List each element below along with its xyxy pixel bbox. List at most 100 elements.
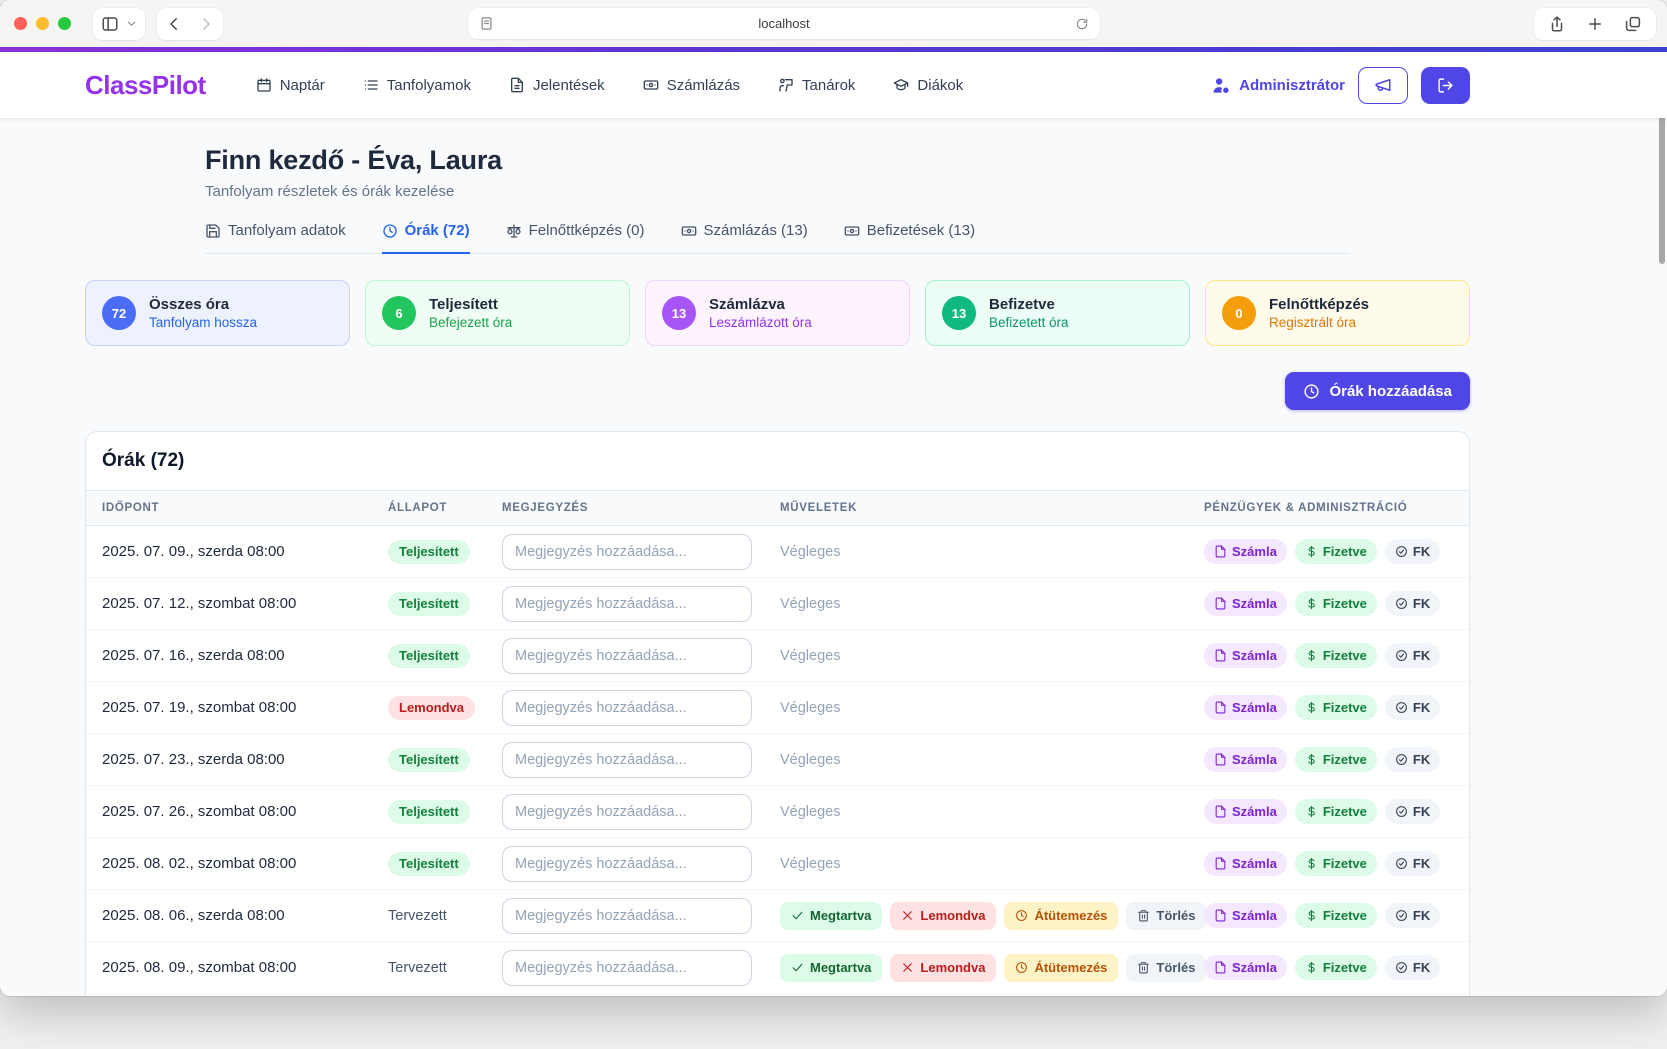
table-title: Órák (72)	[86, 432, 1469, 490]
fk-badge[interactable]: FK	[1385, 695, 1440, 720]
note-input[interactable]	[502, 898, 752, 934]
fizetve-badge[interactable]: Fizetve	[1295, 747, 1377, 772]
table-row: 2025. 08. 06., szerda 08:00TervezettMegt…	[86, 890, 1469, 942]
zoom-window-button[interactable]	[58, 17, 71, 30]
fk-badge[interactable]: FK	[1385, 539, 1440, 564]
fk-badge[interactable]: FK	[1385, 851, 1440, 876]
dollar-icon	[1305, 753, 1318, 766]
status-badge: Lemondva	[388, 696, 475, 720]
stat-title: Számlázva	[709, 296, 812, 313]
fizetve-badge[interactable]: Fizetve	[1295, 643, 1377, 668]
lemondva-button[interactable]: Lemondva	[890, 902, 996, 930]
szamla-badge[interactable]: Számla	[1204, 851, 1287, 876]
tab-tanfolyam-adatok[interactable]: Tanfolyam adatok	[205, 222, 346, 254]
note-input[interactable]	[502, 534, 752, 570]
grad-cap-icon	[893, 77, 909, 93]
atutemezes-button[interactable]: Átütemezés	[1004, 902, 1118, 930]
nav-item-szamlazas[interactable]: Számlázás	[643, 77, 740, 94]
fk-badge[interactable]: FK	[1385, 591, 1440, 616]
dollar-icon	[1305, 909, 1318, 922]
torles-button[interactable]: Törlés	[1126, 902, 1206, 930]
file-text-icon	[509, 77, 525, 93]
column-header-penzugyek-adminisztracio: PÉNZÜGYEK & ADMINISZTRÁCIÓ	[1204, 502, 1453, 514]
close-window-button[interactable]	[14, 17, 27, 30]
fk-badge[interactable]: FK	[1385, 799, 1440, 824]
status-badge: Teljesített	[388, 800, 470, 824]
fk-badge[interactable]: FK	[1385, 903, 1440, 928]
back-button[interactable]	[165, 15, 183, 33]
note-input[interactable]	[502, 586, 752, 622]
user-label: Adminisztrátor	[1239, 77, 1345, 94]
fizetve-badge[interactable]: Fizetve	[1295, 955, 1377, 980]
fk-badge[interactable]: FK	[1385, 955, 1440, 980]
doc-icon	[1214, 961, 1227, 974]
note-input[interactable]	[502, 638, 752, 674]
szamla-badge[interactable]: Számla	[1204, 903, 1287, 928]
fizetve-badge[interactable]: Fizetve	[1295, 591, 1377, 616]
szamla-badge[interactable]: Számla	[1204, 591, 1287, 616]
fk-badge[interactable]: FK	[1385, 643, 1440, 668]
table-row: 2025. 08. 13., szerda 08:00TervezettMegt…	[86, 994, 1469, 996]
announcements-button[interactable]	[1358, 67, 1408, 104]
browser-toolbar: localhost	[0, 0, 1667, 47]
nav-item-jelentesek[interactable]: Jelentések	[509, 77, 605, 94]
table-row: 2025. 07. 12., szombat 08:00TeljesítettV…	[86, 578, 1469, 630]
tab-szamlazas-13[interactable]: Számlázás (13)	[681, 222, 808, 254]
list-icon	[363, 77, 379, 93]
fizetve-badge[interactable]: Fizetve	[1295, 903, 1377, 928]
fizetve-badge[interactable]: Fizetve	[1295, 851, 1377, 876]
address-bar[interactable]: localhost	[468, 8, 1100, 39]
megtartva-button[interactable]: Megtartva	[780, 954, 882, 982]
note-input[interactable]	[502, 950, 752, 986]
szamla-badge[interactable]: Számla	[1204, 955, 1287, 980]
dollar-icon	[1305, 545, 1318, 558]
note-input[interactable]	[502, 846, 752, 882]
status-badge: Teljesített	[388, 592, 470, 616]
reader-icon[interactable]	[479, 16, 494, 31]
atutemezes-button[interactable]: Átütemezés	[1004, 954, 1118, 982]
nav-item-naptar[interactable]: Naptár	[256, 77, 325, 94]
app-logo[interactable]: ClassPilot	[85, 70, 206, 101]
note-input[interactable]	[502, 742, 752, 778]
torles-button[interactable]: Törlés	[1126, 954, 1206, 982]
fizetve-badge[interactable]: Fizetve	[1295, 539, 1377, 564]
check-circle-icon	[1395, 909, 1408, 922]
megtartva-button[interactable]: Megtartva	[780, 902, 882, 930]
lesson-datetime: 2025. 08. 09., szombat 08:00	[102, 959, 388, 976]
forward-button[interactable]	[197, 15, 215, 33]
nav-item-tanarok[interactable]: Tanárok	[778, 77, 855, 94]
final-label: Végleges	[780, 752, 840, 768]
nav-item-tanfolyamok[interactable]: Tanfolyamok	[363, 77, 471, 94]
nav-item-diakok[interactable]: Diákok	[893, 77, 963, 94]
szamla-badge[interactable]: Számla	[1204, 747, 1287, 772]
fk-badge[interactable]: FK	[1385, 747, 1440, 772]
fizetve-badge[interactable]: Fizetve	[1295, 799, 1377, 824]
sidebar-toggle-icon[interactable]	[101, 15, 119, 33]
share-icon[interactable]	[1548, 15, 1566, 33]
final-label: Végleges	[780, 648, 840, 664]
tab-befizetesek-13[interactable]: Befizetések (13)	[844, 222, 975, 254]
szamla-badge[interactable]: Számla	[1204, 539, 1287, 564]
new-tab-icon[interactable]	[1586, 15, 1604, 33]
chevron-down-icon[interactable]	[126, 18, 137, 29]
tab-bar: Tanfolyam adatok Órák (72) Felnőttképzés (…	[205, 222, 1350, 254]
tab-overview-icon[interactable]	[1624, 15, 1642, 33]
user-menu[interactable]: Adminisztrátor	[1212, 76, 1345, 95]
stat-subtitle: Leszámlázott óra	[709, 315, 812, 330]
fizetve-badge[interactable]: Fizetve	[1295, 695, 1377, 720]
reload-icon[interactable]	[1075, 17, 1089, 31]
szamla-badge[interactable]: Számla	[1204, 643, 1287, 668]
tab-orak-72[interactable]: Órák (72)	[382, 222, 470, 254]
trash-icon	[1137, 961, 1150, 974]
lemondva-button[interactable]: Lemondva	[890, 954, 996, 982]
szamla-badge[interactable]: Számla	[1204, 799, 1287, 824]
lesson-datetime: 2025. 08. 06., szerda 08:00	[102, 907, 388, 924]
note-input[interactable]	[502, 690, 752, 726]
logout-button[interactable]	[1421, 67, 1470, 104]
minimize-window-button[interactable]	[36, 17, 49, 30]
szamla-badge[interactable]: Számla	[1204, 695, 1287, 720]
add-lessons-button[interactable]: Órák hozzáadása	[1285, 372, 1470, 410]
note-input[interactable]	[502, 794, 752, 830]
table-header-row: IDŐPONTÁLLAPOTMEGJEGYZÉSMŰVELETEKPÉNZÜGY…	[86, 490, 1469, 526]
tab-felnottkepzes-0[interactable]: Felnőttképzés (0)	[506, 222, 645, 254]
